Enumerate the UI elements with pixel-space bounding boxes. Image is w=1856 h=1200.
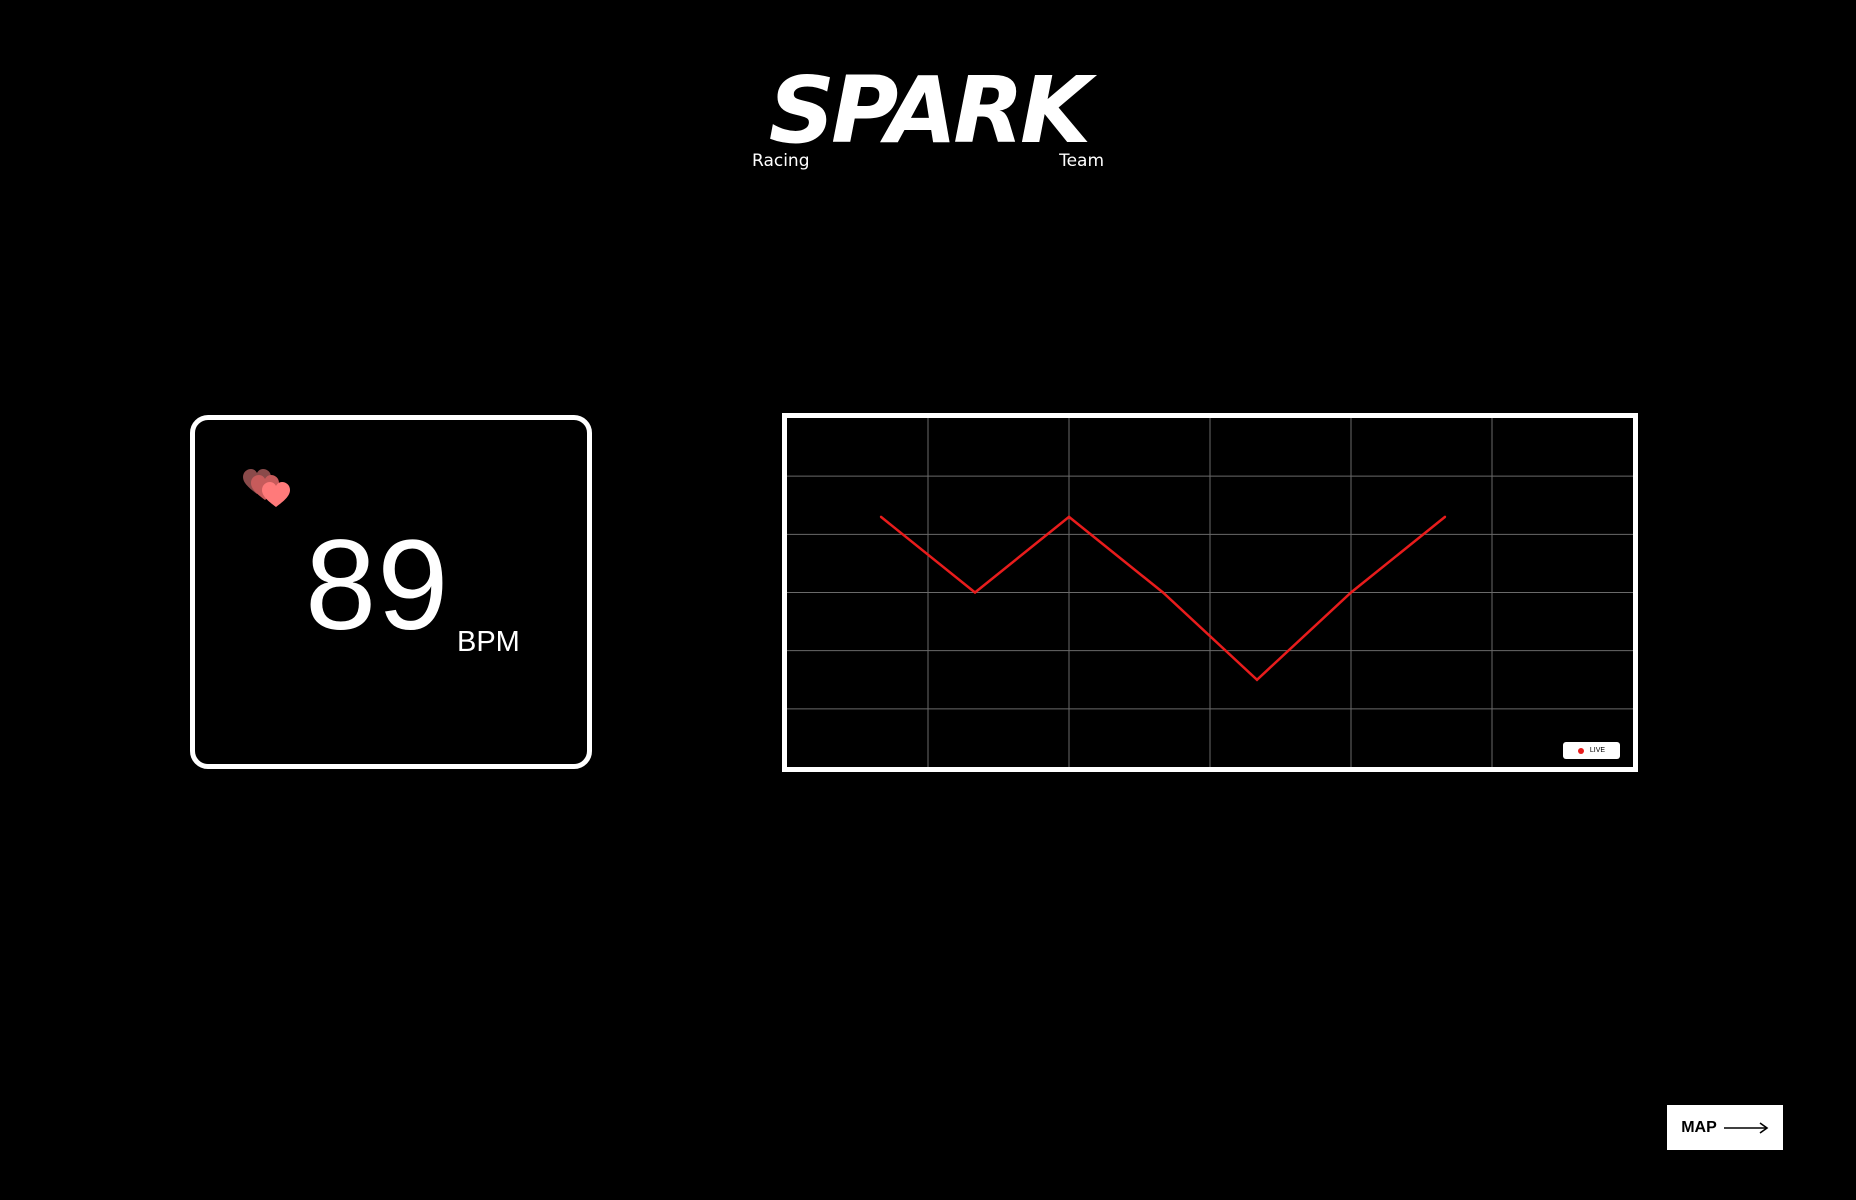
map-button[interactable]: MAP [1667, 1105, 1783, 1150]
heart-rate-unit: BPM [457, 626, 520, 658]
data-point [1349, 591, 1353, 594]
map-button-label: MAP [1681, 1118, 1717, 1136]
data-point [1255, 678, 1259, 681]
logo-wordmark: SPARK [768, 57, 1092, 164]
live-indicator-dot [1577, 747, 1584, 754]
heart-rate-value: 89 [305, 514, 450, 657]
live-badge-label: LIVE [1589, 746, 1606, 754]
spark-logo: SPARK Racing Team [752, 57, 1104, 172]
data-point [973, 591, 977, 594]
live-badge: LIVE [1563, 742, 1620, 759]
data-point [1161, 591, 1165, 594]
arrow-right-icon [1723, 1121, 1769, 1134]
heart-rate-chart: LIVE [782, 413, 1638, 772]
series-line-0 [880, 515, 1446, 682]
data-point [1067, 515, 1071, 519]
data-point [879, 515, 883, 519]
heart-rate-card: 89 BPM [190, 415, 592, 769]
data-point [1443, 515, 1447, 519]
logo-subtitle: Racing Team [752, 151, 1104, 171]
heart-icon [243, 469, 290, 507]
chart-plot [787, 418, 1633, 767]
